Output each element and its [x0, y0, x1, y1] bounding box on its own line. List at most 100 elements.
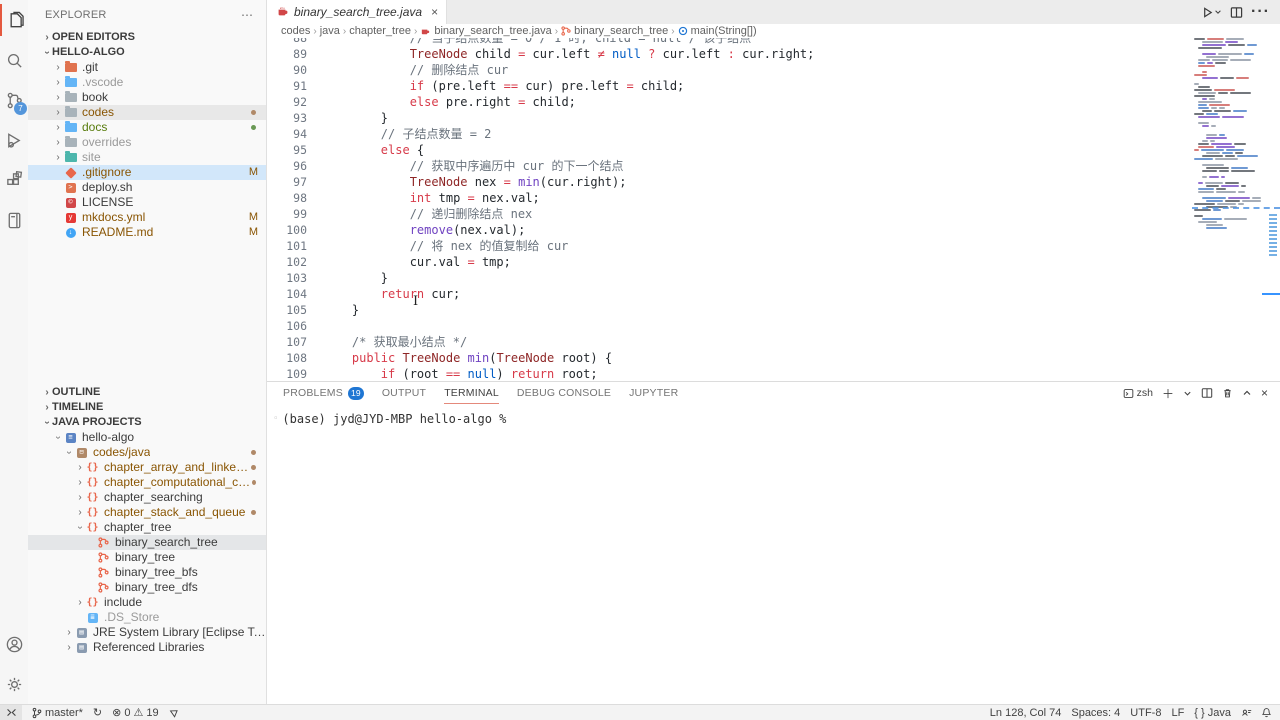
- panel-tab-jupyter[interactable]: JUPYTER: [629, 382, 678, 404]
- section-open-editors[interactable]: ›OPEN EDITORS: [28, 30, 266, 45]
- tree-item-codes[interactable]: ›codes: [28, 105, 266, 120]
- chevron-collapsed-icon[interactable]: ›: [64, 640, 74, 655]
- code-line-101[interactable]: 101 // 将 nex 的值复制给 cur: [267, 238, 1190, 254]
- tab-close-icon[interactable]: ×: [431, 5, 438, 19]
- tree-item-chapter-array-and-linkedlist[interactable]: ›{}chapter_array_and_linkedlist: [28, 460, 266, 475]
- code-line-103[interactable]: 103 }: [267, 270, 1190, 286]
- tree-item-chapter-searching[interactable]: ›{}chapter_searching: [28, 490, 266, 505]
- chevron-collapsed-icon[interactable]: ›: [53, 105, 63, 120]
- kill-terminal-icon[interactable]: [1222, 387, 1233, 399]
- terminal[interactable]: ◦ (base) jyd@JYD-MBP hello-algo %: [267, 404, 1280, 704]
- code-line-92[interactable]: 92 else pre.right = child;: [267, 94, 1190, 110]
- code-line-93[interactable]: 93 }: [267, 110, 1190, 126]
- tree-item-gitignore[interactable]: .gitignoreM: [28, 165, 266, 180]
- breadcrumb-item-binary-search-tree-java[interactable]: binary_search_tree.java: [420, 25, 551, 37]
- code-line-99[interactable]: 99 // 递归删除结点 nex: [267, 206, 1190, 222]
- section-timeline[interactable]: ›TIMELINE: [28, 400, 266, 415]
- status-utf-8[interactable]: UTF-8: [1130, 707, 1161, 719]
- code-line-100[interactable]: 100 remove(nex.val);: [267, 222, 1190, 238]
- chevron-collapsed-icon[interactable]: ›: [53, 60, 63, 75]
- terminal-shell-selector[interactable]: zsh: [1123, 387, 1153, 399]
- chevron-collapsed-icon[interactable]: ›: [53, 90, 63, 105]
- chevron-collapsed-icon[interactable]: ›: [42, 400, 52, 415]
- notebook-icon[interactable]: [0, 200, 28, 240]
- tree-item-overrides[interactable]: ›overrides: [28, 135, 266, 150]
- remote-indicator[interactable]: [0, 705, 22, 720]
- breadcrumb-item-codes[interactable]: codes: [281, 25, 310, 37]
- chevron-collapsed-icon[interactable]: ›: [75, 490, 85, 505]
- code-line-91[interactable]: 91 if (pre.left == cur) pre.left = child…: [267, 78, 1190, 94]
- tree-item-license[interactable]: ©LICENSE: [28, 195, 266, 210]
- code-line-94[interactable]: 94 // 子结点数量 = 2: [267, 126, 1190, 142]
- problems-status[interactable]: ⊗ 0 ⚠ 19: [112, 706, 158, 719]
- code-line-90[interactable]: 90 // 删除结点 cur: [267, 62, 1190, 78]
- breadcrumb-item-java[interactable]: java: [320, 25, 340, 37]
- chevron-collapsed-icon[interactable]: ›: [53, 135, 63, 150]
- search-icon[interactable]: [0, 40, 28, 80]
- code-line-104[interactable]: 104 return cur;: [267, 286, 1190, 302]
- explorer-more-icon[interactable]: ⋯: [241, 8, 254, 22]
- tree-item-binary-tree[interactable]: binary_tree: [28, 550, 266, 565]
- account-icon[interactable]: [0, 624, 28, 664]
- status-ln-128-col-74[interactable]: Ln 128, Col 74: [990, 707, 1062, 719]
- status-spaces-4[interactable]: Spaces: 4: [1071, 707, 1120, 719]
- chevron-collapsed-icon[interactable]: ›: [42, 385, 52, 400]
- chevron-collapsed-icon[interactable]: ›: [53, 120, 63, 135]
- code-editor[interactable]: 88 // 当子结点数量 = 0 / 1 时, child = null / 该…: [267, 38, 1280, 381]
- section-outline[interactable]: ›OUTLINE: [28, 385, 266, 400]
- chevron-collapsed-icon[interactable]: ›: [64, 625, 74, 640]
- explorer-icon[interactable]: [0, 0, 28, 40]
- tree-item-readme-md[interactable]: ↓README.mdM: [28, 225, 266, 240]
- chevron-expanded-icon[interactable]: ›: [73, 523, 88, 533]
- git-branch-status[interactable]: master*: [32, 707, 83, 719]
- tab-binary-search-tree[interactable]: binary_search_tree.java ×: [267, 0, 447, 24]
- chevron-collapsed-icon[interactable]: ›: [75, 505, 85, 520]
- tree-item-site[interactable]: ›site: [28, 150, 266, 165]
- chevron-down-icon[interactable]: [1183, 389, 1192, 398]
- tree-item-hello-algo[interactable]: ›≡hello-algo: [28, 430, 266, 445]
- tree-item-mkdocs-yml[interactable]: ymkdocs.ymlM: [28, 210, 266, 225]
- tree-item-binary-tree-dfs[interactable]: binary_tree_dfs: [28, 580, 266, 595]
- chevron-collapsed-icon[interactable]: ›: [75, 460, 85, 475]
- tree-item-book[interactable]: ›book: [28, 90, 266, 105]
- tree-item-binary-search-tree[interactable]: binary_search_tree: [28, 535, 266, 550]
- maximize-panel-icon[interactable]: [1242, 388, 1252, 398]
- breadcrumb-item-binary-search-tree[interactable]: binary_search_tree: [561, 25, 668, 37]
- code-line-97[interactable]: 97 TreeNode nex = min(cur.right);: [267, 174, 1190, 190]
- code-line-106[interactable]: 106: [267, 318, 1190, 334]
- extensions-icon[interactable]: [0, 160, 28, 200]
- close-panel-icon[interactable]: ×: [1261, 386, 1268, 400]
- tree-item-chapter-stack-and-queue[interactable]: ›{}chapter_stack_and_queue: [28, 505, 266, 520]
- chevron-collapsed-icon[interactable]: ›: [53, 150, 63, 165]
- split-terminal-icon[interactable]: [1201, 387, 1213, 399]
- status-java[interactable]: { } Java: [1194, 707, 1231, 719]
- tree-item-git[interactable]: ›.git: [28, 60, 266, 75]
- tree-item-jre-system-library-eclipse-temurin-17-17[interactable]: ›▤JRE System Library [Eclipse Temurin 17…: [28, 625, 266, 640]
- tree-item-docs[interactable]: ›docs: [28, 120, 266, 135]
- chevron-collapsed-icon[interactable]: ›: [42, 30, 52, 45]
- tree-item-vscode[interactable]: ›.vscode: [28, 75, 266, 90]
- breadcrumb-item-chapter-tree[interactable]: chapter_tree: [349, 25, 411, 37]
- chevron-collapsed-icon[interactable]: ›: [53, 75, 63, 90]
- notifications-bell-icon[interactable]: [1261, 707, 1272, 718]
- debug-launch-button[interactable]: [169, 707, 180, 718]
- code-line-108[interactable]: 108 public TreeNode min(TreeNode root) {: [267, 350, 1190, 366]
- chevron-collapsed-icon[interactable]: ›: [75, 595, 85, 610]
- code-line-98[interactable]: 98 int tmp = nex.val;: [267, 190, 1190, 206]
- code-line-105[interactable]: 105 }: [267, 302, 1190, 318]
- section-java-projects[interactable]: ›JAVA PROJECTS: [28, 415, 266, 430]
- run-java-button[interactable]: [1201, 6, 1222, 19]
- chevron-expanded-icon[interactable]: ›: [51, 433, 66, 443]
- tree-item-referenced-libraries[interactable]: ›▤Referenced Libraries: [28, 640, 266, 655]
- chevron-expanded-icon[interactable]: ›: [40, 418, 55, 428]
- feedback-icon[interactable]: [1241, 707, 1252, 718]
- code-line-95[interactable]: 95 else {: [267, 142, 1190, 158]
- panel-tab-output[interactable]: OUTPUT: [382, 382, 426, 404]
- status-lf[interactable]: LF: [1171, 707, 1184, 719]
- split-editor-icon[interactable]: [1230, 6, 1243, 19]
- code-line-89[interactable]: 89 TreeNode child = cur.left ≠ null ? cu…: [267, 46, 1190, 62]
- tree-item-include[interactable]: ›{}include: [28, 595, 266, 610]
- chevron-expanded-icon[interactable]: ›: [40, 48, 55, 58]
- tree-item-chapter-computational-complexity[interactable]: ›{}chapter_computational_complexity: [28, 475, 266, 490]
- breadcrumb-item-main-string[interactable]: main(String[]): [678, 25, 757, 37]
